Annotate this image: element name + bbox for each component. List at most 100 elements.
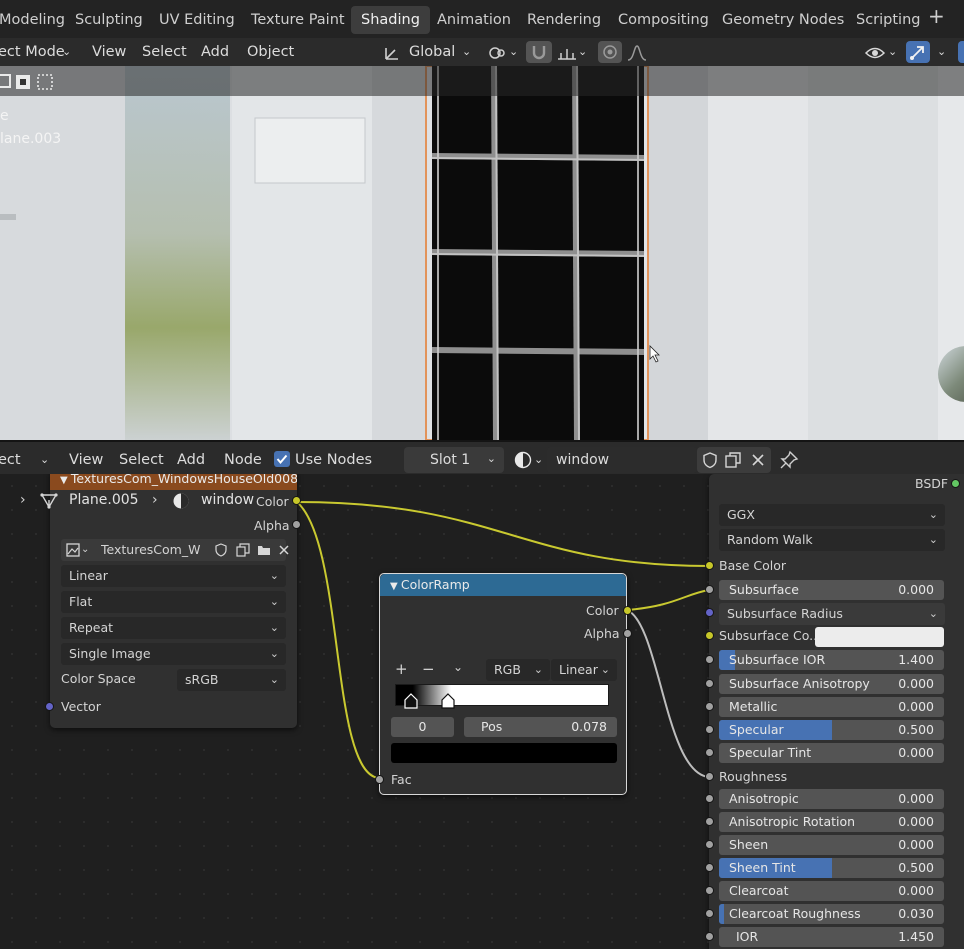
input-socket[interactable] (705, 886, 714, 895)
field-clearcoat[interactable]: Clearcoat 0.000 (719, 881, 944, 901)
color-space-dropdown[interactable]: sRGB ⌄ (177, 669, 286, 691)
active-stop-index[interactable]: 0 (391, 717, 454, 737)
output-color-socket[interactable] (292, 496, 301, 505)
select-mode-icons[interactable] (0, 72, 62, 92)
expand-chevron-icon[interactable]: › (152, 492, 158, 508)
field-anisotropic[interactable]: Anisotropic 0.000 (719, 789, 944, 809)
subsurface-radius-dropdown[interactable]: Subsurface Radius ⌄ (719, 603, 945, 625)
input-socket[interactable] (705, 585, 714, 594)
gizmo-toggle[interactable] (906, 41, 930, 63)
field-subsurface-ior[interactable]: Subsurface IOR 1.400 (719, 650, 944, 670)
ramp-menu-chevron-icon[interactable]: ⌄ (453, 660, 463, 674)
extension-dropdown[interactable]: Repeat ⌄ (61, 617, 286, 639)
menu-object[interactable]: Object (247, 40, 294, 64)
ramp-interpolation-dropdown[interactable]: Linear ⌄ (551, 659, 617, 681)
orientation-dropdown[interactable]: Global (409, 40, 455, 64)
material-name-field[interactable]: window (547, 447, 697, 473)
fake-user-shield-icon[interactable] (701, 451, 719, 469)
editor-type-dropdown[interactable]: ect (0, 448, 21, 472)
viewport-3d[interactable]: e lane.003 (0, 66, 964, 440)
falloff-icon[interactable] (626, 44, 648, 68)
principled-bsdf-node[interactable]: BSDF GGX ⌄ Random Walk ⌄ Base Color Subsur… (705, 474, 964, 949)
projection-dropdown[interactable]: Flat ⌄ (61, 591, 286, 613)
stop-color-swatch[interactable] (391, 743, 617, 763)
overlay-toggle[interactable] (958, 41, 964, 63)
add-stop-button[interactable]: + (395, 660, 408, 678)
field-sheen[interactable]: Sheen 0.000 (719, 835, 944, 855)
input-socket[interactable] (705, 748, 714, 757)
output-alpha-socket[interactable] (292, 520, 301, 529)
duplicate-icon[interactable] (236, 543, 250, 557)
tab-uv-editing[interactable]: UV Editing (159, 6, 235, 34)
menu-add[interactable]: Add (177, 448, 205, 472)
snap-toggle[interactable] (526, 41, 552, 63)
input-socket[interactable] (705, 909, 714, 918)
input-vector-socket[interactable] (45, 702, 54, 711)
folder-icon[interactable] (257, 543, 271, 557)
menu-node[interactable]: Node (224, 448, 262, 472)
image-datablock-selector[interactable]: ⌄ TexturesCom_Wi... (61, 539, 289, 561)
output-alpha-socket[interactable] (623, 629, 632, 638)
distribution-dropdown[interactable]: GGX ⌄ (719, 504, 945, 526)
close-icon[interactable] (749, 451, 767, 469)
input-roughness-socket[interactable] (705, 772, 714, 781)
input-socket[interactable] (705, 725, 714, 734)
color-mode-dropdown[interactable]: RGB ⌄ (486, 659, 550, 681)
tab-sculpting[interactable]: Sculpting (75, 6, 143, 34)
field-subsurface-anisotropy[interactable]: Subsurface Anisotropy 0.000 (719, 674, 944, 694)
menu-add[interactable]: Add (201, 40, 229, 64)
color-ramp-gradient[interactable] (395, 684, 609, 709)
input-fac-socket[interactable] (375, 775, 384, 784)
colorramp-node[interactable]: ▼ ColorRamp Color Alpha + − ⌄ RGB ⌄ Linea… (375, 573, 632, 795)
pivot-point-icon[interactable] (487, 44, 507, 68)
duplicate-icon[interactable] (724, 451, 742, 469)
menu-select[interactable]: Select (119, 448, 164, 472)
mode-dropdown[interactable]: ect Mode (0, 40, 65, 64)
stop-position-field[interactable]: Pos 0.078 (464, 717, 617, 737)
input-subsurface-radius-socket[interactable] (705, 608, 714, 617)
fake-user-shield-icon[interactable] (214, 543, 228, 557)
input-socket[interactable] (705, 817, 714, 826)
subsurface-color-swatch[interactable] (815, 627, 944, 647)
node-canvas[interactable]: ▼ TexturesCom_WindowsHouseOld0085_... Co… (0, 474, 964, 949)
proportional-edit-toggle[interactable] (598, 41, 622, 63)
output-bsdf-socket[interactable] (951, 479, 960, 488)
tab-shading[interactable]: Shading (351, 6, 430, 34)
menu-view[interactable]: View (92, 40, 126, 64)
ramp-stop-white[interactable] (441, 693, 455, 709)
field-anisotropic-rotation[interactable]: Anisotropic Rotation 0.000 (719, 812, 944, 832)
expand-chevron-icon[interactable]: › (20, 492, 26, 508)
tab-texture-paint[interactable]: Texture Paint (251, 6, 345, 34)
source-dropdown[interactable]: Single Image ⌄ (61, 643, 286, 665)
tab-animation[interactable]: Animation (437, 6, 511, 34)
input-subsurface-color-socket[interactable] (705, 631, 714, 640)
menu-select[interactable]: Select (142, 40, 187, 64)
input-socket[interactable] (705, 655, 714, 664)
subsurface-method-dropdown[interactable]: Random Walk ⌄ (719, 529, 945, 551)
field-specular[interactable]: Specular 0.500 (719, 720, 944, 740)
ramp-stop-black[interactable] (404, 693, 418, 709)
colorramp-header[interactable]: ▼ ColorRamp (380, 574, 626, 596)
use-nodes-checkbox[interactable] (274, 451, 290, 467)
visibility-icon[interactable] (864, 44, 886, 68)
slot-dropdown[interactable]: Slot 1 ⌄ (404, 447, 504, 473)
collapse-chevron-icon[interactable]: ▼ (60, 475, 71, 486)
tab-compositing[interactable]: Compositing (618, 6, 709, 34)
menu-view[interactable]: View (69, 448, 103, 472)
remove-stop-button[interactable]: − (422, 660, 435, 678)
image-texture-node[interactable]: ▼ TexturesCom_WindowsHouseOld0085_... Co… (45, 474, 301, 728)
image-node-header[interactable]: ▼ TexturesCom_WindowsHouseOld0085_... (50, 474, 297, 490)
field-clearcoat-roughness[interactable]: Clearcoat Roughness 0.030 (719, 904, 944, 924)
input-socket[interactable] (705, 702, 714, 711)
tab-modeling[interactable]: Modeling (0, 6, 65, 34)
tab-scripting[interactable]: Scripting (856, 6, 920, 34)
tab-rendering[interactable]: Rendering (527, 6, 601, 34)
close-icon[interactable] (278, 543, 290, 557)
material-preview-icon[interactable] (514, 451, 532, 469)
field-sheen-tint[interactable]: Sheen Tint 0.500 (719, 858, 944, 878)
input-socket[interactable] (705, 794, 714, 803)
field-ior[interactable]: IOR 1.450 (719, 927, 944, 947)
input-socket[interactable] (705, 932, 714, 941)
output-color-socket[interactable] (623, 606, 632, 615)
collapse-chevron-icon[interactable]: ▼ (390, 581, 401, 592)
